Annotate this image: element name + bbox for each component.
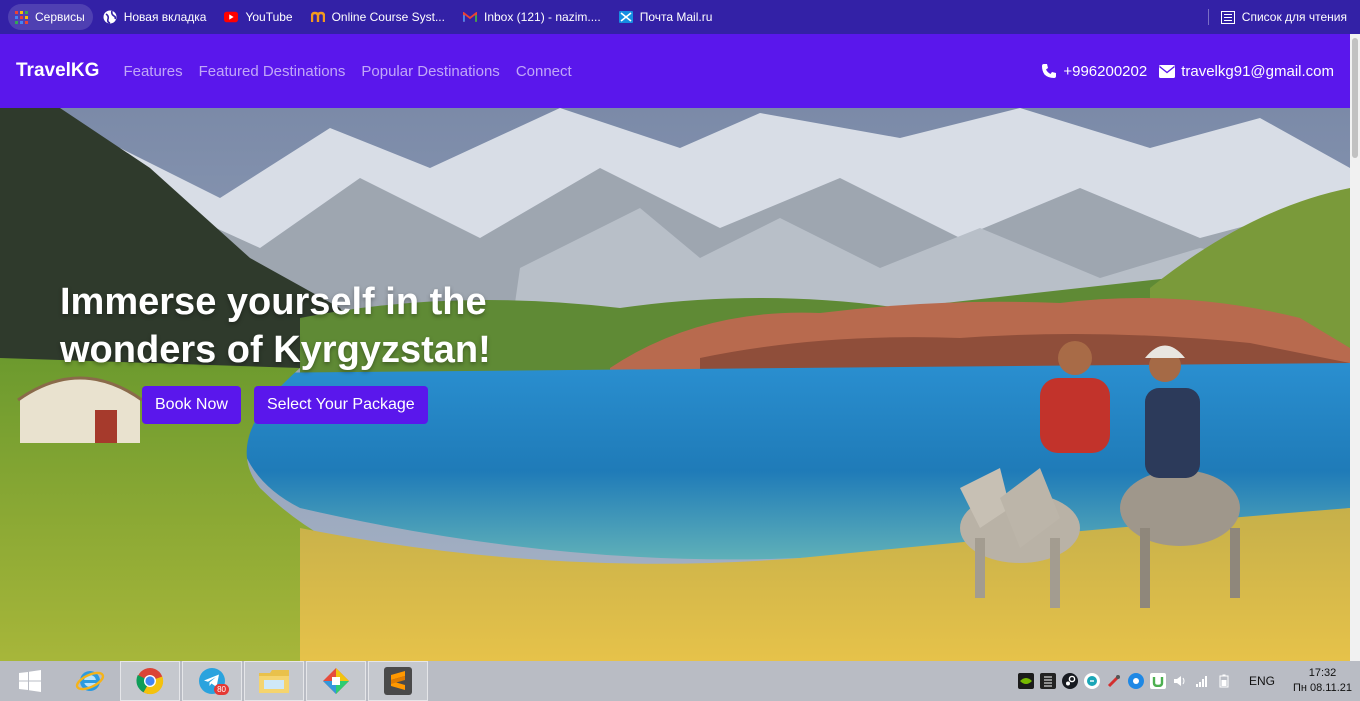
bookmark-youtube[interactable]: YouTube	[218, 4, 300, 30]
yurt-illustration	[17, 376, 143, 443]
bookmark-mail-ru[interactable]: Почта Mail.ru	[613, 4, 721, 30]
taskbar-sublime-text[interactable]	[368, 661, 428, 701]
phone-contact[interactable]: +996200202	[1041, 63, 1147, 80]
nav-link-popular-destinations[interactable]: Popular Destinations	[361, 63, 499, 80]
course-logo-icon	[310, 10, 325, 24]
bookmark-label: Online Course Syst...	[331, 10, 445, 24]
site-navbar: TravelKG Features Featured Destinations …	[0, 34, 1350, 108]
internet-explorer-icon	[75, 671, 105, 691]
bookmarks-divider	[1207, 9, 1209, 25]
nav-link-features[interactable]: Features	[123, 63, 182, 80]
book-now-button[interactable]: Book Now	[142, 386, 241, 424]
page-viewport: TravelKG Features Featured Destinations …	[0, 34, 1360, 661]
nav-link-featured-destinations[interactable]: Featured Destinations	[199, 63, 346, 80]
reading-list-label: Список для чтения	[1241, 10, 1347, 24]
input-language[interactable]: ENG	[1249, 674, 1275, 688]
contact-info: +996200202 travelkg91@gmail.com	[1029, 63, 1334, 80]
system-tray: ENG 17:32 Пн 08.11.21	[1015, 661, 1360, 701]
youtube-icon	[224, 10, 239, 24]
apps-grid-icon	[14, 10, 28, 24]
windows-start-icon	[19, 670, 41, 692]
bookmark-online-course[interactable]: Online Course Syst...	[305, 4, 453, 30]
nvidia-icon[interactable]	[1017, 673, 1034, 689]
sublime-text-icon	[384, 667, 412, 695]
page-scrollbar[interactable]	[1350, 34, 1360, 661]
bookmark-services[interactable]: Сервисы	[8, 4, 93, 30]
taskbar-file-explorer[interactable]	[244, 661, 304, 701]
network-tool-icon[interactable]	[1106, 673, 1122, 689]
brand-logo[interactable]: TravelKG	[16, 60, 99, 82]
mail-ru-icon	[618, 10, 633, 24]
antivirus-icon[interactable]	[1127, 673, 1144, 689]
hero-title: Immerse yourself in the wonders of Kyrgy…	[60, 281, 491, 371]
taskbar-telegram[interactable]: 80	[182, 661, 242, 701]
task-manager-icon[interactable]	[1039, 673, 1056, 689]
email-address: travelkg91@gmail.com	[1181, 62, 1334, 80]
windows-taskbar: 80 ENG 17:32 Пн 08.11.21	[0, 661, 1360, 701]
network-signal-icon[interactable]	[1194, 673, 1210, 689]
taskbar-internet-explorer[interactable]	[60, 661, 120, 701]
gmail-icon	[462, 10, 477, 24]
chrome-icon	[136, 668, 164, 695]
bookmark-label: Inbox (121) - nazim....	[483, 10, 601, 24]
utorrent-icon[interactable]	[1149, 673, 1166, 689]
hero-section: Immerse yourself in the wonders of Kyrgy…	[0, 108, 1350, 661]
email-contact[interactable]: travelkg91@gmail.com	[1159, 63, 1334, 80]
battery-icon[interactable]	[1216, 673, 1232, 689]
bookmarks-bar: Сервисы Новая вкладка YouTube Online Cou…	[0, 0, 1360, 34]
bookmark-new-tab[interactable]: Новая вкладка	[97, 4, 215, 30]
scrollbar-thumb[interactable]	[1352, 38, 1358, 158]
taskbar-multicolor-app[interactable]	[306, 661, 366, 701]
multicolor-app-icon	[323, 668, 349, 694]
system-clock[interactable]: 17:32 Пн 08.11.21	[1293, 666, 1352, 696]
bookmark-label: Почта Mail.ru	[639, 10, 713, 24]
nav-link-connect[interactable]: Connect	[516, 63, 572, 80]
bookmark-gmail[interactable]: Inbox (121) - nazim....	[457, 4, 609, 30]
telegram-unread-badge: 80	[214, 684, 229, 695]
reading-list-button[interactable]: Список для чтения	[1220, 4, 1347, 30]
clock-time: 17:32	[1308, 667, 1337, 679]
phone-number: +996200202	[1063, 62, 1148, 80]
envelope-icon	[1159, 64, 1176, 78]
bookmark-label: Сервисы	[35, 10, 85, 24]
kyrgyzstan-landscape-image	[0, 108, 1350, 661]
bookmark-label: Новая вкладка	[123, 10, 207, 24]
file-explorer-icon	[259, 670, 289, 693]
taskbar-chrome[interactable]	[120, 661, 180, 701]
bookmark-label: YouTube	[245, 10, 293, 24]
phone-icon	[1042, 64, 1057, 78]
globe-icon	[103, 10, 117, 24]
reading-list-icon	[1220, 10, 1235, 24]
start-button[interactable]	[0, 661, 60, 701]
clock-date: Пн 08.11.21	[1292, 682, 1352, 694]
chat-app-icon[interactable]	[1083, 673, 1100, 689]
select-package-button[interactable]: Select Your Package	[254, 386, 428, 424]
steam-icon[interactable]	[1061, 673, 1078, 689]
volume-icon[interactable]	[1172, 673, 1188, 689]
